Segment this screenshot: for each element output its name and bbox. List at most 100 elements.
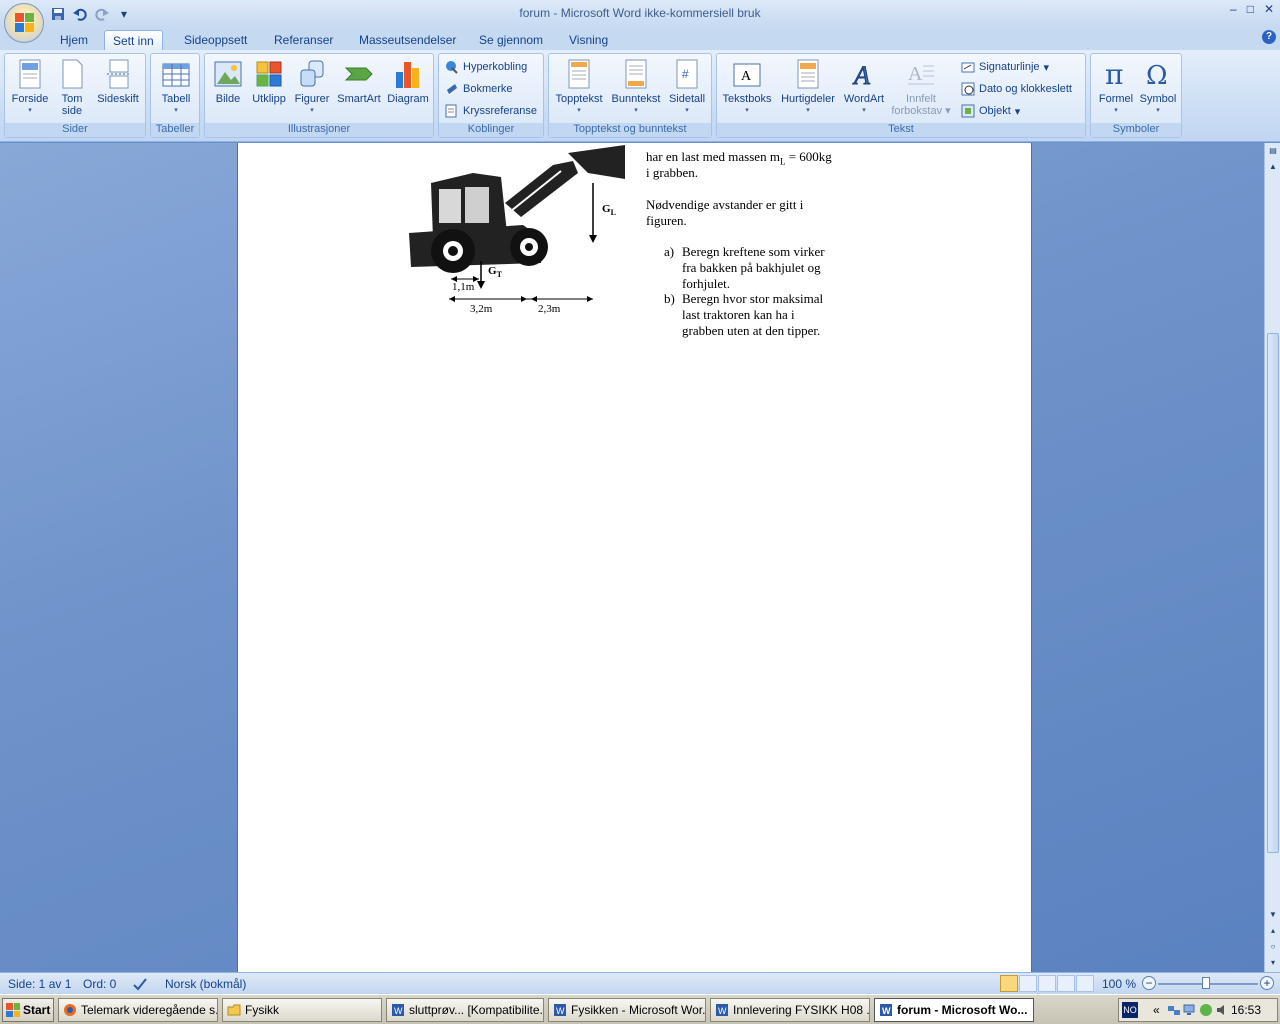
- topptekst-button[interactable]: Topptekst ▾: [553, 58, 605, 117]
- network-2-icon[interactable]: [1183, 1003, 1197, 1020]
- help-icon[interactable]: ?: [1262, 30, 1276, 44]
- doc-line-figure: figuren.: [646, 213, 687, 228]
- smartart-icon: [344, 58, 374, 90]
- language-indicator[interactable]: Norsk (bokmål): [165, 977, 246, 991]
- group-sider: Forside ▾ Tom side Sideskift Sider: [4, 53, 146, 138]
- taskbar-item-word-forum[interactable]: W forum - Microsoft Wo...: [874, 998, 1034, 1022]
- sideskift-button[interactable]: Sideskift: [93, 58, 143, 105]
- taskbar-item-folder[interactable]: Fysikk: [222, 998, 382, 1022]
- vertical-scrollbar[interactable]: ▤ ▲ ▼ ▴ ○ ▾: [1264, 143, 1280, 972]
- sidetall-button[interactable]: # Sidetall ▾: [665, 58, 709, 117]
- bunntekst-button[interactable]: Bunntekst ▾: [607, 58, 665, 117]
- taskbar-item-word-fysikken[interactable]: W Fysikken - Microsoft Wor...: [548, 998, 706, 1022]
- symbol-button[interactable]: Ω Symbol ▾: [1137, 58, 1179, 117]
- tab-se-gjennom[interactable]: Se gjennom: [471, 30, 551, 50]
- formel-button[interactable]: π Formel ▾: [1095, 58, 1137, 117]
- next-page-icon[interactable]: ▾: [1267, 957, 1279, 969]
- previous-page-icon[interactable]: ▴: [1267, 925, 1279, 937]
- ribbon: Forside ▾ Tom side Sideskift Sider Tabel…: [0, 50, 1280, 142]
- svg-text:π: π: [1105, 58, 1123, 90]
- page-count[interactable]: Side: 1 av 1: [8, 977, 71, 991]
- utklipp-button[interactable]: Utklipp: [249, 58, 289, 105]
- browse-object-icon[interactable]: ○: [1267, 941, 1279, 953]
- outline-view-button[interactable]: [1057, 975, 1075, 992]
- quick-parts-icon: [793, 58, 823, 90]
- group-label-koblinger: Koblinger: [439, 123, 543, 137]
- kryssreferanse-button[interactable]: Kryssreferanse: [445, 102, 537, 120]
- task-a-line2: fra bakken på bakhjulet og: [682, 260, 821, 275]
- zoom-slider-handle[interactable]: [1202, 977, 1210, 989]
- date-time-icon: [961, 82, 975, 96]
- document-page[interactable]: GL GT 1,1m 3,2m 2,3m har en last med mas…: [237, 143, 1032, 972]
- chevron-down-icon: ▾: [1014, 105, 1021, 118]
- hyperkobling-button[interactable]: Hyperkobling: [445, 58, 527, 76]
- tab-sett-inn[interactable]: Sett inn: [104, 30, 163, 50]
- dato-klokkeslett-button[interactable]: Dato og klokkeslett: [961, 80, 1072, 98]
- innfelt-forbokstav-button[interactable]: A Innfelt forbokstav ▾: [889, 58, 953, 117]
- smartart-button[interactable]: SmartArt: [335, 58, 383, 105]
- tabell-button[interactable]: Tabell ▾: [155, 58, 197, 117]
- windows-logo-icon: [6, 1003, 20, 1017]
- hurtigdeler-button[interactable]: Hurtigdeler ▾: [777, 58, 839, 117]
- figurer-button[interactable]: Figurer ▾: [291, 58, 333, 117]
- group-label-illustrasjoner: Illustrasjoner: [205, 123, 433, 137]
- word-icon: W: [715, 1003, 729, 1017]
- word-icon: W: [391, 1003, 405, 1017]
- forside-button[interactable]: Forside ▾: [9, 58, 51, 117]
- messenger-icon[interactable]: [1199, 1003, 1213, 1020]
- group-tekst: A Tekstboks ▾ Hurtigdeler ▾ A WordArt ▾ …: [716, 53, 1086, 138]
- keyboard-language[interactable]: NO: [1122, 1002, 1138, 1018]
- tekstboks-button[interactable]: A Tekstboks ▾: [719, 58, 775, 117]
- tab-sideoppsett[interactable]: Sideoppsett: [176, 30, 255, 50]
- web-layout-view-button[interactable]: [1038, 975, 1056, 992]
- doc-line-distances: Nødvendige avstander er gitt i: [646, 197, 804, 212]
- start-button[interactable]: Start: [2, 998, 54, 1022]
- objekt-button[interactable]: Objekt ▾: [961, 102, 1020, 120]
- word-count[interactable]: Ord: 0: [83, 977, 116, 991]
- office-logo-icon: [15, 13, 35, 33]
- tab-referanser[interactable]: Referanser: [266, 30, 341, 50]
- zoom-in-button[interactable]: +: [1260, 976, 1274, 990]
- close-button[interactable]: ✕: [1264, 2, 1274, 16]
- scroll-down-icon[interactable]: ▼: [1267, 909, 1279, 921]
- spelling-check-icon[interactable]: [132, 977, 148, 994]
- system-tray: NO « 16:53: [1118, 998, 1278, 1022]
- bilde-button[interactable]: Bilde: [209, 58, 247, 105]
- task-b-line1: Beregn hvor stor maksimal: [682, 291, 824, 306]
- volume-icon[interactable]: [1215, 1003, 1229, 1020]
- tom-side-button[interactable]: Tom side: [55, 58, 89, 117]
- tab-masseutsendelser[interactable]: Masseutsendelser: [351, 30, 464, 50]
- maximize-button[interactable]: □: [1247, 2, 1254, 16]
- shapes-icon: [297, 58, 327, 90]
- show-hidden-icons-chevron[interactable]: «: [1153, 1003, 1160, 1017]
- taskbar-item-word-sluttprove[interactable]: W sluttprøv... [Kompatibilite...: [386, 998, 544, 1022]
- draft-view-button[interactable]: [1076, 975, 1094, 992]
- svg-text:W: W: [394, 1006, 403, 1016]
- table-icon: [161, 58, 191, 90]
- taskbar-item-word-innlevering[interactable]: W Innlevering FYSIKK H08 ...: [710, 998, 870, 1022]
- scroll-up-icon[interactable]: ▲: [1267, 161, 1279, 173]
- tab-hjem[interactable]: Hjem: [52, 30, 96, 50]
- group-label-symboler: Symboler: [1091, 123, 1181, 137]
- group-label-tabeller: Tabeller: [151, 123, 199, 137]
- minimize-button[interactable]: –: [1230, 2, 1237, 16]
- tab-visning[interactable]: Visning: [561, 30, 616, 50]
- scroll-thumb[interactable]: [1267, 333, 1279, 853]
- network-icon[interactable]: [1167, 1003, 1181, 1020]
- figure-label-d2: 3,2m: [470, 303, 493, 315]
- figure-label-d3: 2,3m: [538, 303, 561, 315]
- ruler-toggle-icon[interactable]: ▤: [1267, 145, 1279, 157]
- print-layout-view-button[interactable]: [1000, 975, 1018, 992]
- full-screen-reading-view-button[interactable]: [1019, 975, 1037, 992]
- zoom-level[interactable]: 100 %: [1102, 977, 1136, 991]
- diagram-button[interactable]: Diagram: [385, 58, 431, 105]
- title-bar: ▾ forum - Microsoft Word ikke-kommersiel…: [0, 0, 1280, 43]
- bokmerke-button[interactable]: Bokmerke: [445, 80, 513, 98]
- signaturlinje-button[interactable]: Signaturlinje ▾: [961, 58, 1049, 76]
- office-button[interactable]: [4, 3, 44, 43]
- wordart-button[interactable]: A WordArt ▾: [839, 58, 889, 117]
- clock[interactable]: 16:53: [1231, 1003, 1261, 1017]
- zoom-out-button[interactable]: −: [1142, 976, 1156, 990]
- taskbar-item-firefox[interactable]: Telemark videregående s...: [58, 998, 218, 1022]
- chart-icon: [393, 58, 423, 90]
